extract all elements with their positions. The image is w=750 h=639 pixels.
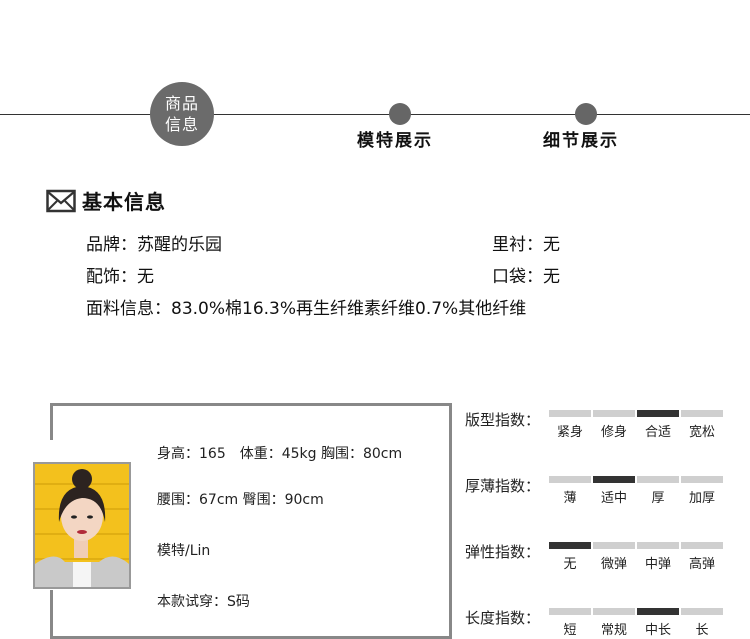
envelope-icon: [46, 189, 76, 212]
brand-info: 品牌：苏醒的乐园: [86, 235, 222, 255]
fit-option: 修身: [600, 425, 627, 440]
fit-option: 宽松: [688, 425, 715, 440]
elasticity-index-bar: [637, 542, 679, 549]
length-index-bar: [681, 608, 723, 615]
model-name: 模特/Lin: [157, 543, 211, 559]
elasticity-option: 高弹: [688, 557, 715, 572]
length-index-label: 长度指数：: [465, 609, 541, 627]
thickness-option-selected: 适中: [600, 491, 627, 506]
timeline-step-label: 商品: [164, 94, 199, 113]
length-option: 长: [695, 623, 709, 638]
timeline-line: [0, 114, 750, 115]
timeline-step-detail[interactable]: 细节展示: [543, 126, 619, 151]
length-index-bar: [549, 608, 591, 615]
thickness-index-bar-selected: [593, 476, 635, 483]
fit-option-selected: 合适: [644, 425, 671, 440]
section-title: 基本信息: [82, 190, 166, 214]
section-heading: 基本信息: [46, 186, 166, 215]
timeline-step-product-info[interactable]: 商品 信息: [150, 82, 214, 146]
fit-index-bar: [593, 410, 635, 417]
fit-index-bar: [549, 410, 591, 417]
model-measurements: 身高：165 体重：45kg 胸围：80cm: [157, 446, 403, 462]
fit-index-bar-selected: [637, 410, 679, 417]
timeline-step-label: 信息: [164, 115, 199, 134]
accessory-info: 配饰：无: [86, 267, 154, 287]
fit-index-bar: [681, 410, 723, 417]
length-option: 短: [563, 623, 577, 638]
elasticity-option: 微弹: [600, 557, 627, 572]
timeline-dot-detail[interactable]: [575, 103, 597, 125]
fit-index-label: 版型指数：: [465, 411, 541, 429]
model-measurements: 腰围：67cm 臀围：90cm: [157, 492, 324, 508]
model-photo: [33, 462, 131, 589]
length-index-bar-selected: [637, 608, 679, 615]
thickness-index-label: 厚薄指数：: [465, 477, 541, 495]
timeline-dot-model[interactable]: [389, 103, 411, 125]
fit-option: 紧身: [556, 425, 583, 440]
elasticity-index-bar-selected: [549, 542, 591, 549]
elasticity-option: 中弹: [644, 557, 671, 572]
timeline-step-model[interactable]: 模特展示: [357, 126, 433, 151]
elasticity-index-bar: [593, 542, 635, 549]
length-option: 常规: [600, 623, 627, 638]
elasticity-index-bar: [681, 542, 723, 549]
length-index-bar: [593, 608, 635, 615]
thickness-option: 加厚: [688, 491, 715, 506]
thickness-index-bar: [681, 476, 723, 483]
elasticity-index-label: 弹性指数：: [465, 543, 541, 561]
fabric-info: 面料信息：83.0%棉16.3%再生纤维素纤维0.7%其他纤维: [86, 299, 527, 319]
pocket-info: 口袋：无: [492, 267, 560, 287]
thickness-index-bar: [637, 476, 679, 483]
length-option-selected: 中长: [644, 623, 671, 638]
lining-info: 里衬：无: [492, 235, 560, 255]
thickness-index-bar: [549, 476, 591, 483]
elasticity-option-selected: 无: [563, 557, 577, 572]
model-fit-size: 本款试穿：S码: [157, 594, 250, 610]
thickness-option: 薄: [563, 491, 577, 506]
thickness-option: 厚: [651, 491, 665, 506]
